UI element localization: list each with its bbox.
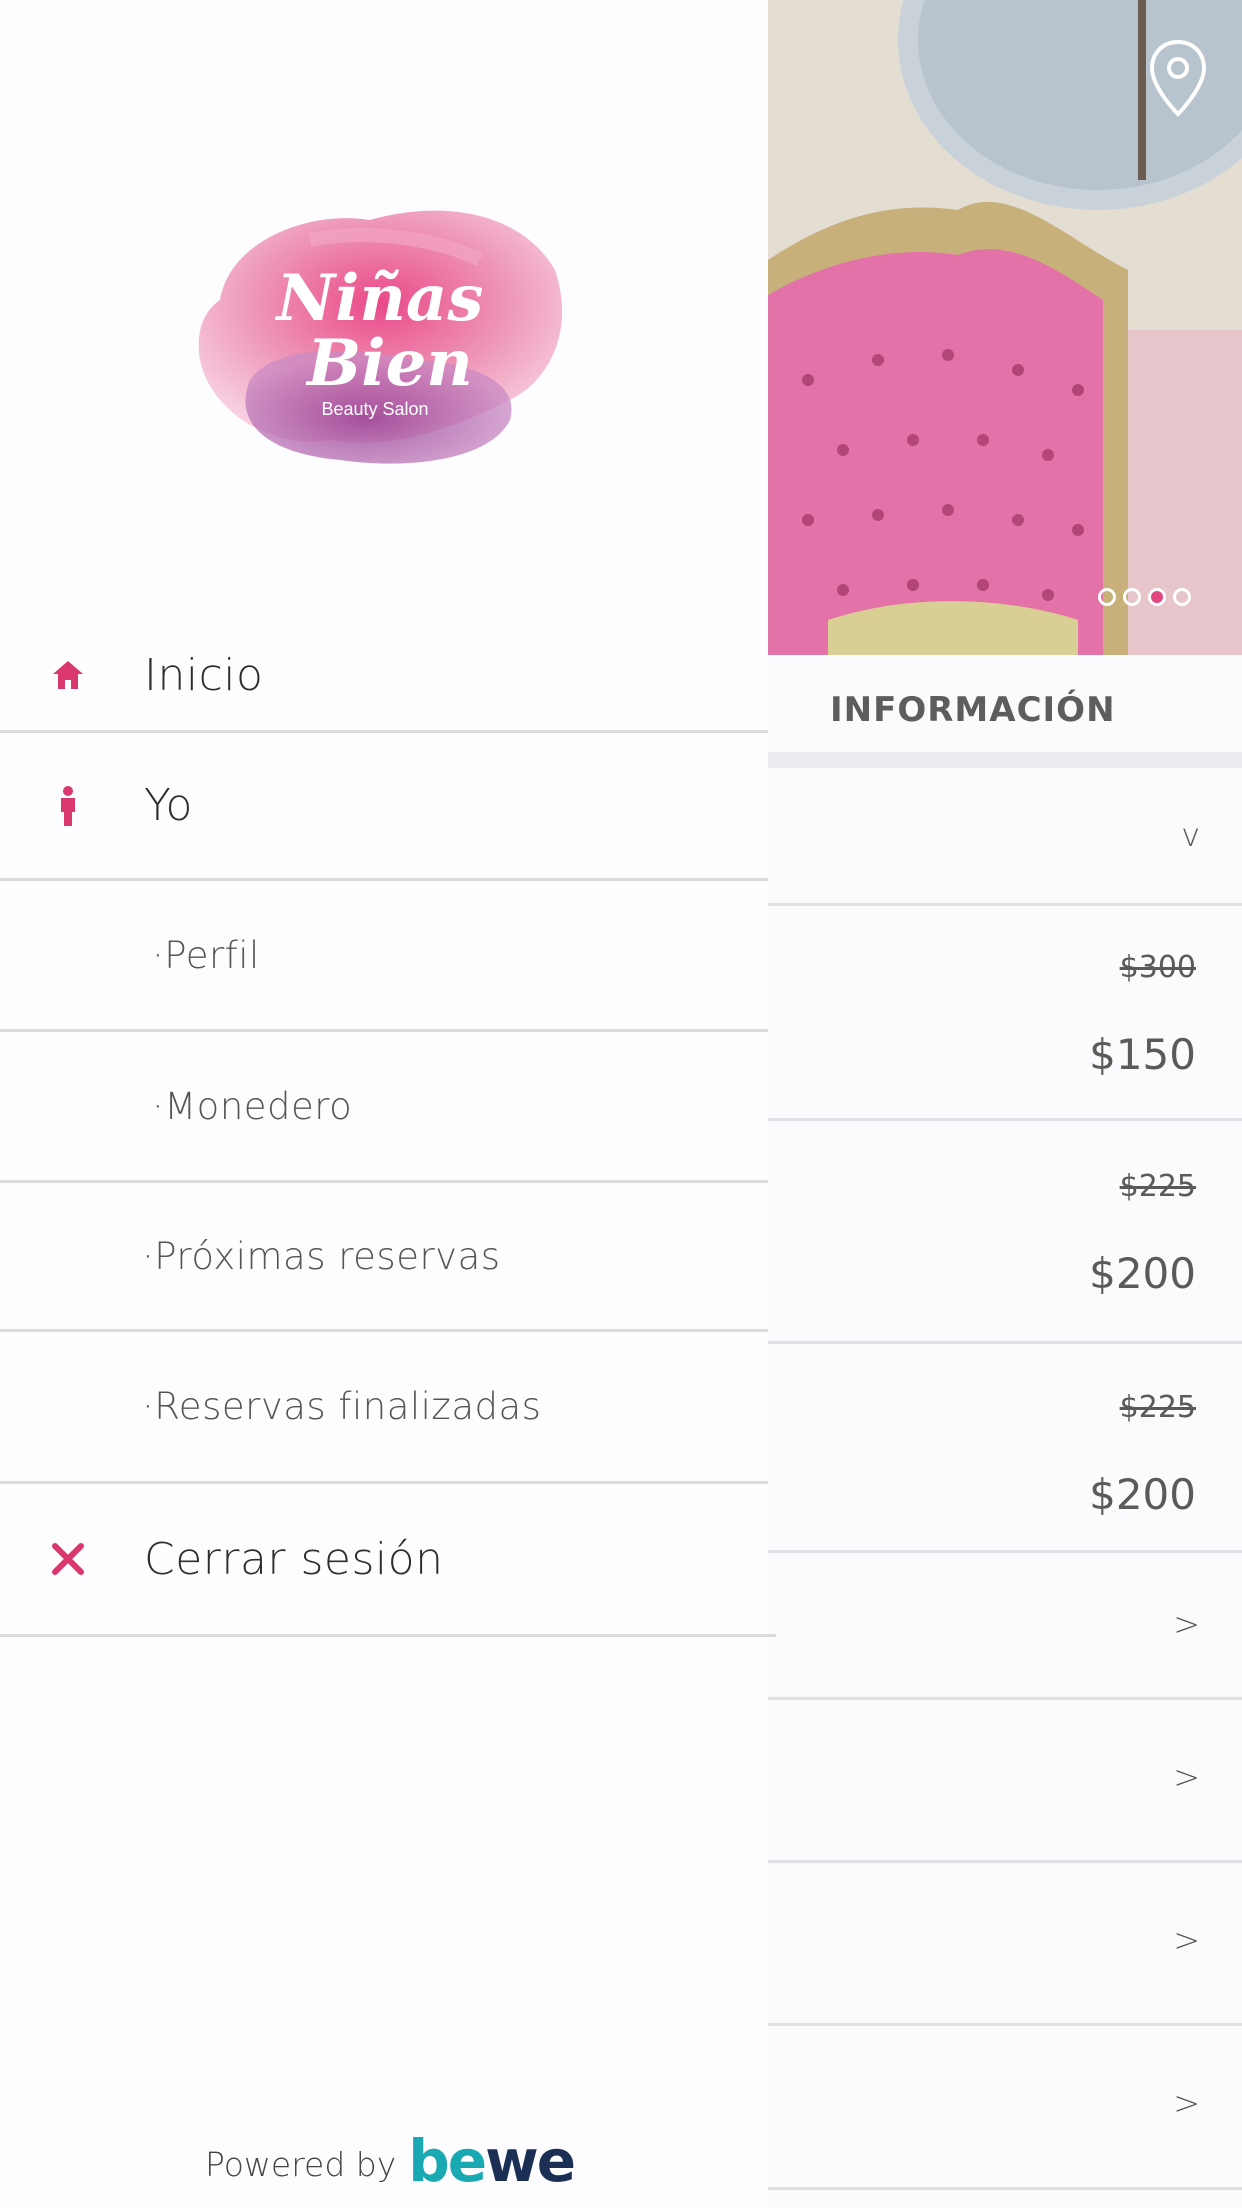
carousel-dot[interactable] xyxy=(1123,588,1141,606)
salon-logo: Niñas Bien Beauty Salon xyxy=(190,180,570,480)
menu-item-yo[interactable]: Yo xyxy=(0,733,768,881)
original-price: $300 xyxy=(1119,950,1196,985)
menu-item-perfil[interactable]: ·Perfil xyxy=(0,881,768,1032)
nav-row[interactable]: > xyxy=(768,2026,1242,2190)
powered-by-text: Powered by xyxy=(205,2145,397,2184)
menu-item-label: ·Monedero xyxy=(152,1084,353,1128)
nav-row[interactable]: > xyxy=(768,1863,1242,2026)
original-price: $225 xyxy=(1119,1169,1196,1204)
nav-row[interactable]: > xyxy=(768,1553,1242,1700)
logo-line1: Niñas xyxy=(275,261,484,336)
menu-item-label: ·Reservas finalizadas xyxy=(142,1385,542,1428)
chevron-right-icon: > xyxy=(1173,1921,1200,1959)
chevron-right-icon: > xyxy=(1173,2084,1200,2122)
carousel-dot-active[interactable] xyxy=(1148,588,1166,606)
close-icon xyxy=(50,1541,86,1577)
carousel-dot[interactable] xyxy=(1173,588,1191,606)
logo-tagline: Beauty Salon xyxy=(321,399,428,419)
menu-item-label: ·Perfil xyxy=(152,933,260,977)
person-icon xyxy=(50,785,86,826)
bewe-logo[interactable]: bewe xyxy=(408,2132,576,2190)
discount-price: $150 xyxy=(1089,1030,1196,1079)
carousel-dot[interactable] xyxy=(1098,588,1116,606)
location-pin-icon[interactable] xyxy=(1148,38,1208,122)
service-row[interactable]: $225 $200 xyxy=(768,1344,1242,1553)
tab-informacion[interactable]: INFORMACIÓN xyxy=(830,690,1116,730)
menu-item-cerrar-sesion[interactable]: Cerrar sesión xyxy=(0,1484,776,1637)
tab-divider xyxy=(768,752,1242,768)
discount-price: $200 xyxy=(1089,1470,1196,1519)
menu-item-reservas-finalizadas[interactable]: ·Reservas finalizadas xyxy=(0,1332,768,1484)
navigation-drawer: Niñas Bien Beauty Salon Inicio Yo ·Perfi… xyxy=(0,0,776,2208)
menu-item-inicio[interactable]: Inicio xyxy=(0,620,768,733)
main-content: INFORMACIÓN v $300 $150 $225 $200 $225 $… xyxy=(768,0,1242,2208)
original-price: $225 xyxy=(1119,1390,1196,1425)
nav-row[interactable]: > xyxy=(768,1700,1242,1863)
chevron-down-icon: v xyxy=(1181,816,1200,854)
powered-by: Powered by bewe xyxy=(205,2132,576,2190)
service-row[interactable]: $300 $150 xyxy=(768,906,1242,1121)
menu-item-label: Inicio xyxy=(144,649,264,701)
chevron-right-icon: > xyxy=(1173,1758,1200,1796)
menu-item-label: ·Próximas reservas xyxy=(142,1234,501,1278)
discount-price: $200 xyxy=(1089,1249,1196,1298)
service-row[interactable]: $225 $200 xyxy=(768,1121,1242,1344)
home-icon xyxy=(50,657,86,693)
menu-item-monedero[interactable]: ·Monedero xyxy=(0,1032,768,1183)
menu-item-label: Yo xyxy=(144,780,193,831)
logo-line2: Bien xyxy=(305,326,473,401)
carousel-indicators xyxy=(1098,588,1191,606)
menu-item-proximas-reservas[interactable]: ·Próximas reservas xyxy=(0,1183,768,1332)
salon-photo-carousel[interactable] xyxy=(768,0,1242,655)
expandable-row[interactable]: v xyxy=(768,768,1242,906)
menu-item-label: Cerrar sesión xyxy=(144,1533,444,1585)
chevron-right-icon: > xyxy=(1173,1605,1200,1643)
